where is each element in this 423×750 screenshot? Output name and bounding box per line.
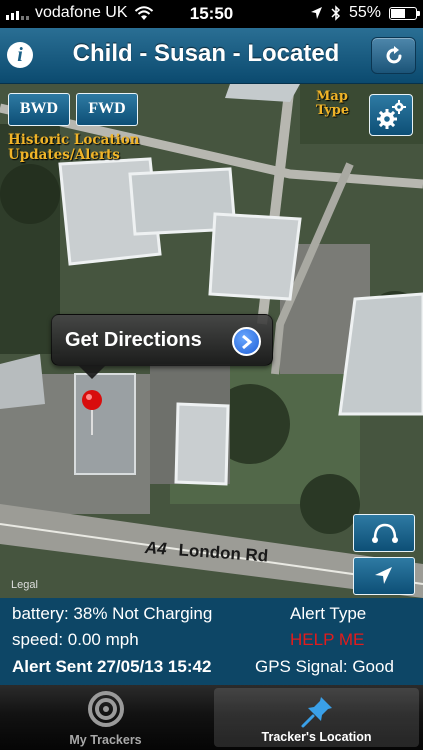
status-left: vodafone UK [6, 4, 154, 22]
location-services-icon [310, 7, 322, 19]
info-icon[interactable]: i [7, 42, 33, 68]
bluetooth-icon [331, 5, 341, 21]
alert-sent-time: Alert Sent 27/05/13 15:42 [12, 657, 212, 676]
history-label: Historic Location Updates/Alerts [8, 132, 140, 163]
gears-icon [377, 100, 406, 129]
signal-strength-icon [6, 6, 29, 20]
callout-tail [78, 365, 106, 379]
map-type-button[interactable] [369, 94, 413, 136]
heading-icon [372, 523, 398, 543]
alert-type-value: HELP ME [290, 630, 365, 649]
heading-button[interactable] [353, 514, 415, 552]
tab-trackers-location[interactable]: Tracker's Location [214, 688, 419, 747]
callout-text: Get Directions [65, 329, 202, 351]
road-number: A4 [144, 538, 168, 559]
navigation-bar: i Child - Susan - Located [0, 28, 423, 84]
gps-signal-status: GPS Signal: Good [255, 657, 394, 676]
tracker-info-panel: battery: 38% Not Charging speed: 0.00 mp… [0, 598, 423, 685]
tab-label: My Trackers [69, 733, 142, 747]
status-bar: vodafone UK 15:50 55% [0, 0, 423, 28]
alert-type-label: Alert Type [290, 604, 367, 623]
legal-link[interactable]: Legal [11, 579, 38, 591]
disclosure-arrow-icon[interactable] [232, 327, 261, 356]
carrier-name: vodafone UK [35, 4, 128, 21]
location-pin-icon[interactable] [80, 389, 104, 437]
battery-status: battery: 38% Not Charging [12, 604, 213, 623]
tab-label: Tracker's Location [261, 730, 372, 744]
refresh-button[interactable] [371, 37, 416, 74]
directions-callout[interactable]: Get Directions [51, 314, 273, 366]
speed-value: speed: 0.00 mph [12, 630, 139, 649]
page-title: Child - Susan - Located [72, 40, 340, 67]
location-arrow-icon [375, 567, 392, 584]
target-icon [87, 691, 124, 727]
status-right: 55% [310, 4, 420, 22]
wifi-icon [134, 6, 153, 20]
refresh-icon [386, 46, 402, 64]
battery-icon [389, 6, 420, 20]
map-type-label: Map Type [316, 89, 350, 118]
pushpin-icon [301, 697, 332, 728]
battery-percent: 55% [348, 4, 381, 21]
locate-button[interactable] [353, 557, 415, 595]
forward-button[interactable]: FWD [76, 93, 138, 126]
satellite-map[interactable]: BWD FWD Historic Location Updates/Alerts… [0, 84, 423, 598]
tab-my-trackers[interactable]: My Trackers [0, 685, 211, 750]
backward-button[interactable]: BWD [8, 93, 70, 126]
tab-bar: My Trackers Tracker's Location [0, 685, 423, 750]
